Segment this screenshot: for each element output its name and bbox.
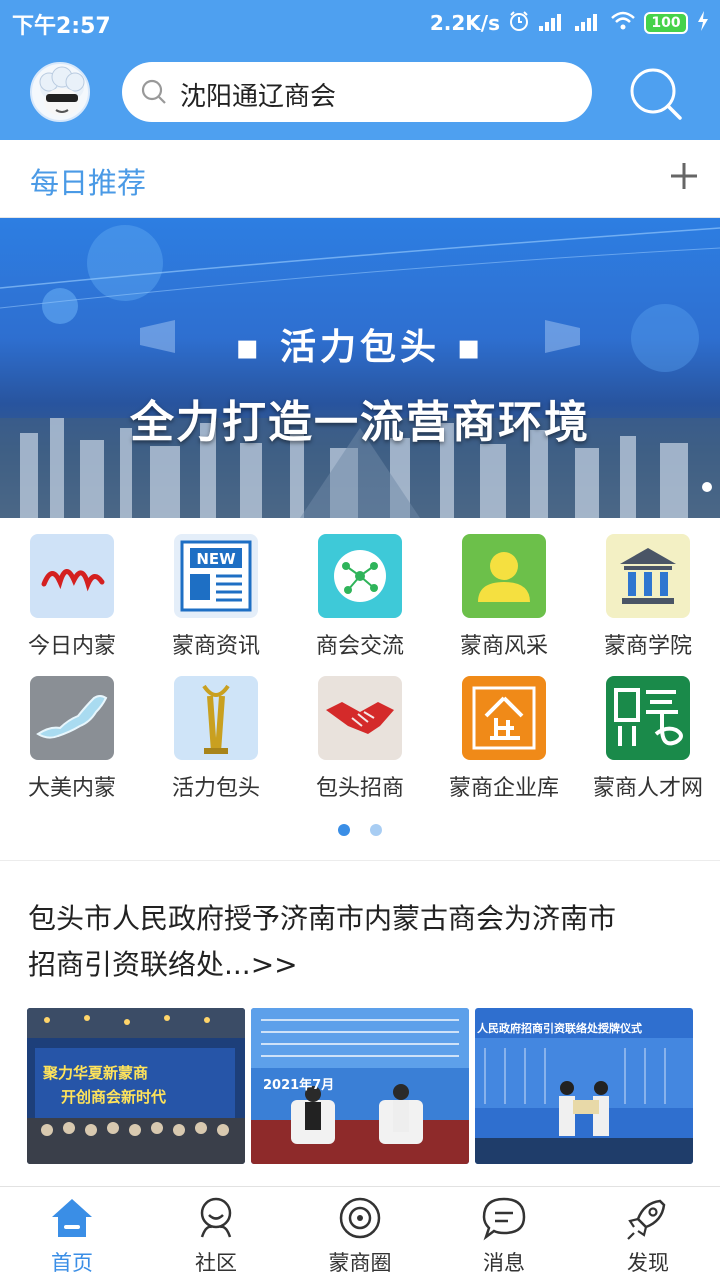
home-icon [52, 1199, 92, 1237]
search-text: 沈阳通辽商会 [180, 82, 337, 112]
news-headline-line2: 招商引资联络处...>> [28, 948, 298, 981]
grid-item-label: 商会交流 [315, 634, 404, 659]
section-title: 每日推荐 [30, 166, 147, 200]
battery-level: 100 [651, 15, 681, 31]
charging-icon [696, 10, 710, 37]
feature-grid: 今日内蒙 NEW 蒙商资讯 商会交流 蒙商风采 蒙商学院 大美内蒙 活力包头 包… [0, 518, 720, 860]
map-icon [30, 676, 114, 760]
grid-item-talent-network[interactable]: 蒙商人才网 [576, 660, 720, 801]
nav-discover[interactable]: 发现 [576, 1187, 720, 1280]
banner-subtitle: ▪ 活力包头 ▪ [235, 327, 485, 368]
status-icons: 2.2K/s 100 [430, 8, 710, 38]
signal-icon [538, 10, 566, 37]
news-image-caption-1: 聚力华夏新蒙商 [43, 1064, 149, 1082]
avatar-icon [39, 66, 85, 116]
news-icon: NEW [174, 534, 258, 618]
news-headline[interactable]: 包头市人民政府授予济南市内蒙古商会为济南市 招商引资联络处...>> [28, 896, 696, 988]
status-bar: 下午2:57 2.2K/s 100 [0, 0, 720, 46]
grid-item-chamber-exchange[interactable]: 商会交流 [288, 518, 432, 659]
daily-recommend-bar: 每日推荐 [0, 140, 720, 218]
status-time: 下午2:57 [12, 14, 111, 39]
banner-headline: 全力打造一流营商环境 [130, 397, 590, 448]
rocket-icon [627, 1199, 666, 1240]
wifi-icon [610, 10, 636, 37]
news-image[interactable]: 2021年7月 [251, 1008, 469, 1164]
nav-label: 发现 [627, 1251, 669, 1275]
nav-label: 社区 [195, 1251, 237, 1275]
nav-community[interactable]: 社区 [144, 1187, 288, 1280]
grid-item-merchant-style[interactable]: 蒙商风采 [432, 518, 576, 659]
grid-item-beautiful-neimeng[interactable]: 大美内蒙 [0, 660, 144, 801]
nav-label: 首页 [51, 1251, 93, 1275]
sculpture-icon [174, 676, 258, 760]
news-image-caption-4: 人民政府招商引资联络处授牌仪式 [477, 1022, 642, 1035]
grid-item-label: 蒙商人才网 [592, 776, 703, 801]
svg-text:NEW: NEW [196, 550, 236, 568]
nav-merchant-circle[interactable]: 蒙商圈 [288, 1187, 432, 1280]
circle-icon [339, 1197, 381, 1239]
enterprise-icon [462, 676, 546, 760]
avatar[interactable] [30, 62, 90, 122]
search-icon [630, 68, 682, 120]
grid-item-label: 蒙商学院 [603, 634, 692, 659]
handshake-icon [318, 676, 402, 760]
news-headline-line1: 包头市人民政府授予济南市内蒙古商会为济南市 [28, 902, 617, 935]
recruit-icon [606, 676, 690, 760]
search-input[interactable]: 沈阳通辽商会 [122, 62, 592, 122]
grid-item-label: 大美内蒙 [27, 776, 116, 801]
grid-item-label: 包头招商 [315, 776, 404, 801]
alarm-icon [508, 10, 530, 37]
grid-item-vibrant-baotou[interactable]: 活力包头 [144, 660, 288, 801]
academy-icon [606, 534, 690, 618]
nav-label: 蒙商圈 [328, 1251, 392, 1275]
plus-icon[interactable] [668, 160, 700, 192]
grid-item-baotou-investment[interactable]: 包头招商 [288, 660, 432, 801]
banner-carousel[interactable]: ▪ 活力包头 ▪ 全力打造一流营商环境 [0, 218, 720, 518]
news-image[interactable]: 聚力华夏新蒙商 开创商会新时代 [27, 1008, 245, 1164]
grid-item-label: 今日内蒙 [27, 634, 116, 659]
search-button[interactable] [626, 64, 684, 122]
battery-icon: 100 [644, 12, 688, 34]
grid-item-today-neimeng[interactable]: 今日内蒙 [0, 518, 144, 659]
pager-dot[interactable] [370, 824, 382, 836]
net-speed: 2.2K/s [429, 11, 500, 35]
grid-item-label: 蒙商企业库 [448, 776, 559, 801]
banner-indicator [702, 482, 712, 492]
news-image-caption-3: 2021年7月 [263, 1078, 335, 1093]
message-icon [482, 1197, 526, 1241]
grid-item-label: 活力包头 [171, 776, 260, 801]
grid-item-enterprise-library[interactable]: 蒙商企业库 [432, 660, 576, 801]
nav-home[interactable]: 首页 [0, 1187, 144, 1280]
news-image[interactable]: 人民政府招商引资联络处授牌仪式 [475, 1008, 693, 1164]
news-image-caption-2: 开创商会新时代 [61, 1088, 167, 1106]
signal-icon [574, 10, 602, 37]
search-icon [140, 78, 168, 110]
nav-label: 消息 [483, 1251, 525, 1275]
bottom-nav: 首页 社区 蒙商圈 消息 发现 [0, 1186, 720, 1280]
divider [0, 860, 720, 861]
pager-dot-active[interactable] [338, 824, 350, 836]
grid-item-news[interactable]: NEW 蒙商资讯 [144, 518, 288, 659]
app-header: 沈阳通辽商会 [0, 46, 720, 140]
grid-item-academy[interactable]: 蒙商学院 [576, 518, 720, 659]
grid-item-label: 蒙商风采 [459, 634, 548, 659]
grid-item-label: 蒙商资讯 [171, 634, 260, 659]
network-icon [318, 534, 402, 618]
neimeng-calligraphy-icon [30, 534, 114, 618]
community-icon [200, 1197, 232, 1238]
nav-messages[interactable]: 消息 [432, 1187, 576, 1280]
person-icon [462, 534, 546, 618]
